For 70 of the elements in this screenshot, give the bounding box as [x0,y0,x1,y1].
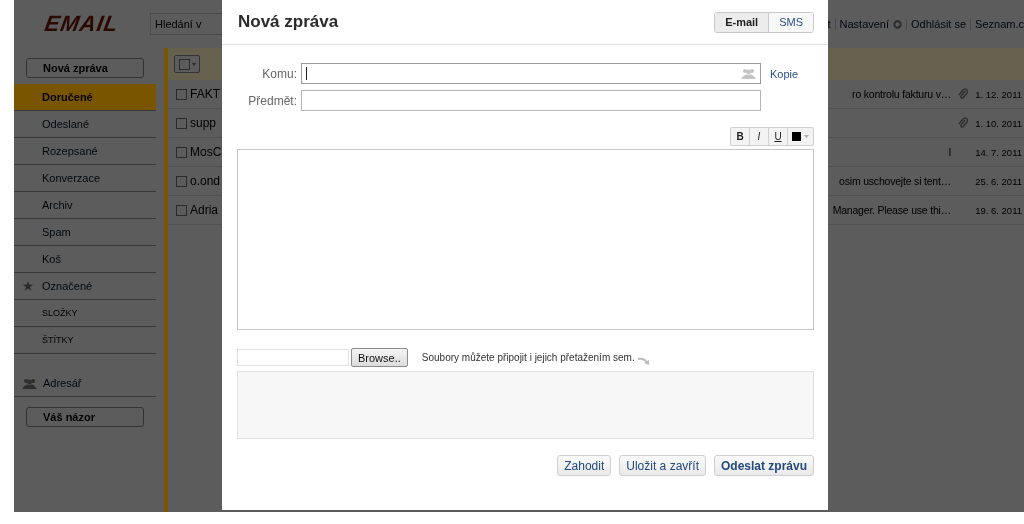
contacts-icon [741,68,756,79]
message-date: 1. 12. 2011 [974,88,1022,100]
message-checkbox[interactable] [176,175,187,187]
message-snippet: Manager. Please use thi… [832,204,951,216]
message-checkbox[interactable] [176,146,187,158]
format-button[interactable]: B [731,128,750,145]
file-path-field[interactable] [237,349,349,366]
drop-zone[interactable] [237,371,814,439]
field-label: Komu: [261,66,297,81]
contacts-icon [22,377,37,389]
caret-icon [191,62,196,66]
message-snippet: ro kontrolu fakturu v… [852,88,951,100]
feedback-button[interactable]: Váš názor [26,407,144,427]
top-link[interactable]: Odhlásit se [911,18,967,30]
top-link[interactable]: t [827,18,831,30]
gear-icon [893,19,903,29]
message-date: 1. 10. 2011 [974,117,1022,129]
message-date: 25. 6. 2011 [974,175,1022,187]
message-sender: Adria [190,203,218,217]
action-button[interactable]: Uložit a zavřít [619,455,706,476]
format-button[interactable]: U [769,128,788,145]
message-checkbox[interactable] [176,88,187,100]
folder-item[interactable]: Konverzace [14,165,156,192]
folder-item[interactable]: Doručené [14,84,156,111]
select-all-checkbox[interactable] [174,55,200,73]
copy-link[interactable]: Kopie [770,67,799,80]
format-button[interactable]: I [750,128,769,145]
folder-label: Odeslané [42,118,90,130]
message-checkbox[interactable] [176,117,187,129]
field-label: Předmět: [247,93,297,108]
action-button[interactable]: Odeslat zprávu [713,455,814,476]
email-logo: EMAIL [42,11,121,37]
section-heading: ŠTÍTKY [14,327,156,354]
message-body-field[interactable] [237,149,814,330]
mode-tab[interactable]: SMS [769,12,813,32]
folder-item[interactable]: Označené [14,273,156,300]
section-heading: SLOŽKY [14,300,156,327]
compose-button[interactable]: Nová zpráva [26,58,144,78]
recipient-field[interactable] [301,63,761,84]
message-sender: o.ond [190,174,221,188]
folder-label: Spam [42,226,71,238]
message-date: 14. 7. 2011 [974,146,1022,158]
top-link[interactable]: Nastavení [839,18,890,30]
message-sender: supp [190,116,217,130]
star-icon [23,281,33,291]
caret-icon [804,135,809,138]
folder-label: Archiv [42,199,73,211]
folder-item[interactable]: Spam [14,219,156,246]
folder-label: Rozepsané [42,145,98,157]
folder-label: Koš [42,253,61,265]
message-snippet: osim uschovejte si tent… [839,175,951,187]
message-sender: FAKT [190,87,220,101]
folder-label: Označené [42,280,93,292]
browse-button[interactable]: Browse.. [351,348,408,367]
folder-label: Doručené [42,91,93,103]
arrow-icon [636,357,651,366]
message-date: 19. 6. 2011 [974,204,1022,216]
folder-item[interactable]: Rozepsané [14,138,156,165]
subject-field[interactable] [301,90,761,111]
folder-item[interactable]: Koš [14,246,156,273]
folder-label: Konverzace [42,172,101,184]
address-book-link[interactable]: Adresář [43,377,82,389]
action-button[interactable]: Zahodit [557,455,612,476]
folder-item[interactable]: Odeslané [14,111,156,138]
message-sender: MosC [190,145,222,159]
message-checkbox[interactable] [176,204,187,216]
folder-item[interactable]: Archiv [14,192,156,219]
mode-tab[interactable]: E-mail [715,12,770,32]
top-link[interactable]: Seznam.c [975,18,1024,30]
attach-hint: Soubory můžete připojit i jejich přetažením sem. [421,352,635,363]
